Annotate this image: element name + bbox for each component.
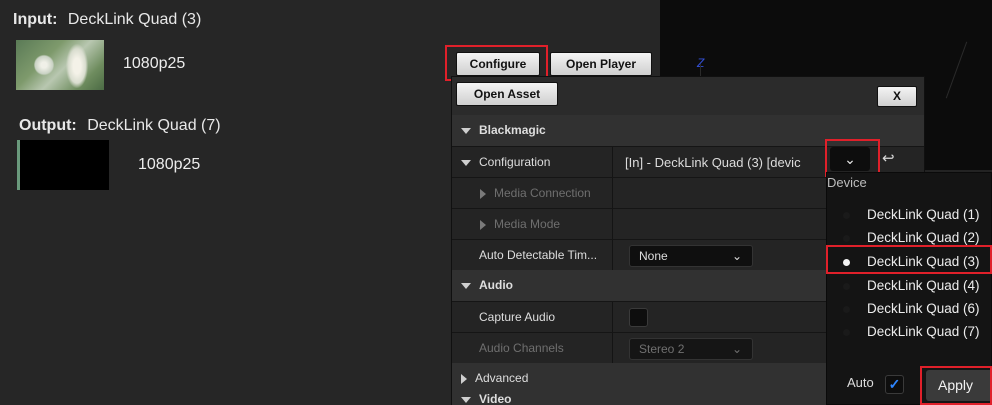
expand-triangle-icon (461, 282, 471, 289)
chevron-down-icon: ⌄ (844, 151, 856, 167)
viewport-gridline (945, 41, 968, 99)
radio-dot-icon (843, 259, 850, 266)
device-option-label: DeckLink Quad (1) (867, 207, 980, 222)
collapsed-triangle-icon (461, 373, 467, 384)
section-audio-header: Audio (461, 270, 513, 301)
output-label: Output: (19, 117, 77, 134)
device-dropdown-menu: Device DeckLink Quad (1) DeckLink Quad (… (826, 172, 992, 405)
device-option-label: DeckLink Quad (6) (867, 301, 980, 316)
device-option[interactable]: DeckLink Quad (6) (827, 297, 992, 321)
section-video-header: Video (461, 394, 511, 405)
configure-button[interactable]: Configure (456, 52, 540, 76)
output-device-name: DeckLink Quad (7) (87, 117, 221, 134)
prop-media-connection-label: Media Connection (494, 186, 591, 200)
section-blackmagic-header: Blackmagic (461, 115, 546, 146)
radio-dot-icon (843, 329, 850, 336)
prop-media-mode-name[interactable]: Media Mode (480, 209, 560, 240)
checkmark-icon: ✓ (888, 376, 901, 392)
audio-channels-combo-value: Stereo 2 (639, 342, 685, 356)
chevron-down-icon: ⌄ (731, 249, 742, 263)
expand-triangle-icon (461, 127, 471, 134)
dropdown-header: Device (827, 175, 867, 190)
collapsed-triangle-icon (480, 188, 486, 199)
section-blackmagic-label: Blackmagic (479, 123, 546, 137)
prop-configuration-name[interactable]: Configuration (461, 147, 550, 178)
thumbnail-dandelion-2 (66, 44, 88, 88)
section-audio-label: Audio (479, 278, 513, 292)
auto-detect-combo-value: None (639, 249, 668, 263)
prop-media-mode-label: Media Mode (494, 217, 561, 231)
section-advanced-label: Advanced (475, 371, 529, 385)
input-row: Input: DeckLink Quad (3) (13, 11, 201, 29)
device-option[interactable]: DeckLink Quad (1) (827, 203, 992, 227)
prop-auto-detect-label: Auto Detectable Tim... (479, 248, 598, 262)
chevron-down-icon: ⌄ (731, 342, 742, 356)
auto-label: Auto (847, 375, 874, 390)
radio-dot-icon (843, 283, 850, 290)
device-option[interactable]: DeckLink Quad (2) (827, 226, 992, 250)
audio-channels-combo[interactable]: Stereo 2 ⌄ (629, 338, 753, 360)
device-option-label: DeckLink Quad (2) (867, 230, 980, 245)
input-thumbnail[interactable] (16, 40, 104, 90)
prop-audio-channels-label: Audio Channels (479, 341, 564, 355)
media-io-window: Input: DeckLink Quad (3) 1080p25 Output:… (0, 0, 992, 405)
device-option-label: DeckLink Quad (4) (867, 278, 980, 293)
device-option[interactable]: DeckLink Quad (7) (827, 320, 992, 344)
device-option[interactable]: DeckLink Quad (4) (827, 274, 992, 298)
prop-capture-audio-label: Capture Audio (479, 310, 556, 324)
open-asset-button[interactable]: Open Asset (456, 82, 558, 106)
configuration-value-text: [In] - DeckLink Quad (3) [devic (625, 155, 801, 170)
apply-button[interactable]: Apply (926, 370, 992, 401)
open-player-button[interactable]: Open Player (550, 52, 652, 76)
device-option-selected[interactable]: DeckLink Quad (3) (827, 250, 992, 274)
output-thumbnail[interactable] (17, 140, 109, 190)
device-option-label: DeckLink Quad (7) (867, 324, 980, 339)
close-button[interactable]: X (877, 86, 917, 107)
prop-media-connection-name[interactable]: Media Connection (480, 178, 591, 209)
section-video-label: Video (479, 394, 512, 405)
device-dropdown-button[interactable]: ⌄ (830, 147, 870, 171)
input-device-name: DeckLink Quad (3) (67, 11, 202, 28)
collapsed-triangle-icon (480, 219, 486, 230)
output-resolution: 1080p25 (138, 156, 201, 173)
radio-dot-icon (843, 306, 850, 313)
capture-audio-checkbox[interactable] (629, 308, 648, 327)
prop-configuration-label: Configuration (479, 155, 551, 169)
radio-dot-icon (843, 212, 850, 219)
auto-checkbox[interactable]: ✓ (885, 375, 904, 394)
radio-dot-icon (843, 235, 850, 242)
expand-triangle-icon (461, 396, 471, 403)
expand-triangle-icon (461, 159, 471, 166)
section-advanced-header: Advanced (461, 363, 528, 394)
section-blackmagic[interactable]: Blackmagic (452, 115, 924, 146)
reset-arrow-icon[interactable]: ↩ (882, 149, 895, 167)
device-option-label: DeckLink Quad (3) (867, 254, 980, 269)
output-row: Output: DeckLink Quad (7) (19, 117, 221, 135)
auto-detect-combo[interactable]: None ⌄ (629, 245, 753, 267)
input-label: Input: (13, 11, 58, 28)
input-resolution: 1080p25 (123, 55, 186, 72)
thumbnail-dandelion-1 (34, 54, 54, 76)
